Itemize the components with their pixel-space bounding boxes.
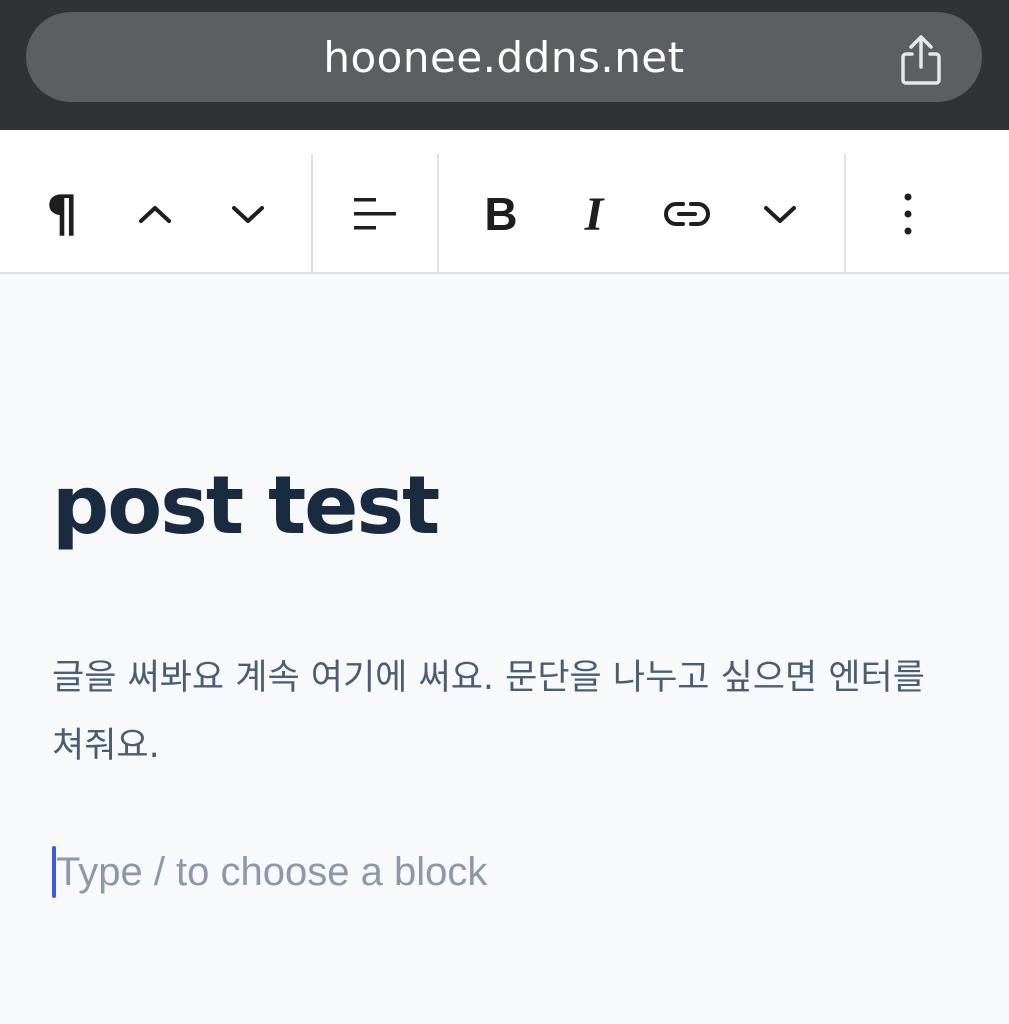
paragraph-icon[interactable]: ¶ bbox=[20, 172, 104, 256]
block-toolbar: ¶ B I bbox=[0, 154, 1009, 274]
address-bar[interactable]: hoonee.ddns.net bbox=[26, 12, 982, 102]
block-placeholder-text: Type / to choose a block bbox=[56, 849, 488, 894]
move-down-icon[interactable] bbox=[206, 172, 290, 256]
bold-icon[interactable]: B bbox=[459, 172, 543, 256]
block-appender[interactable]: Type / to choose a block bbox=[52, 844, 487, 900]
toolbar-divider bbox=[311, 154, 313, 272]
editor-canvas[interactable]: post test 글을 써봐요 계속 여기에 써요. 문단을 나누고 싶으면 … bbox=[0, 274, 1009, 1024]
post-title[interactable]: post test bbox=[52, 459, 440, 552]
toolbar-divider bbox=[437, 154, 439, 272]
align-icon[interactable] bbox=[333, 172, 417, 256]
share-icon[interactable] bbox=[898, 34, 944, 86]
link-icon[interactable] bbox=[645, 172, 729, 256]
toolbar-top-border bbox=[0, 130, 1009, 156]
paragraph-block[interactable]: 글을 써봐요 계속 여기에 써요. 문단을 나누고 싶으면 엔터를 쳐줘요. bbox=[52, 644, 952, 780]
browser-bar: hoonee.ddns.net bbox=[0, 0, 1009, 130]
options-kebab-icon[interactable] bbox=[866, 172, 950, 256]
more-formatting-chevron-icon[interactable] bbox=[738, 172, 822, 256]
italic-icon[interactable]: I bbox=[552, 172, 636, 256]
toolbar-divider bbox=[844, 154, 846, 272]
move-up-icon[interactable] bbox=[113, 172, 197, 256]
url-text[interactable]: hoonee.ddns.net bbox=[26, 12, 982, 102]
